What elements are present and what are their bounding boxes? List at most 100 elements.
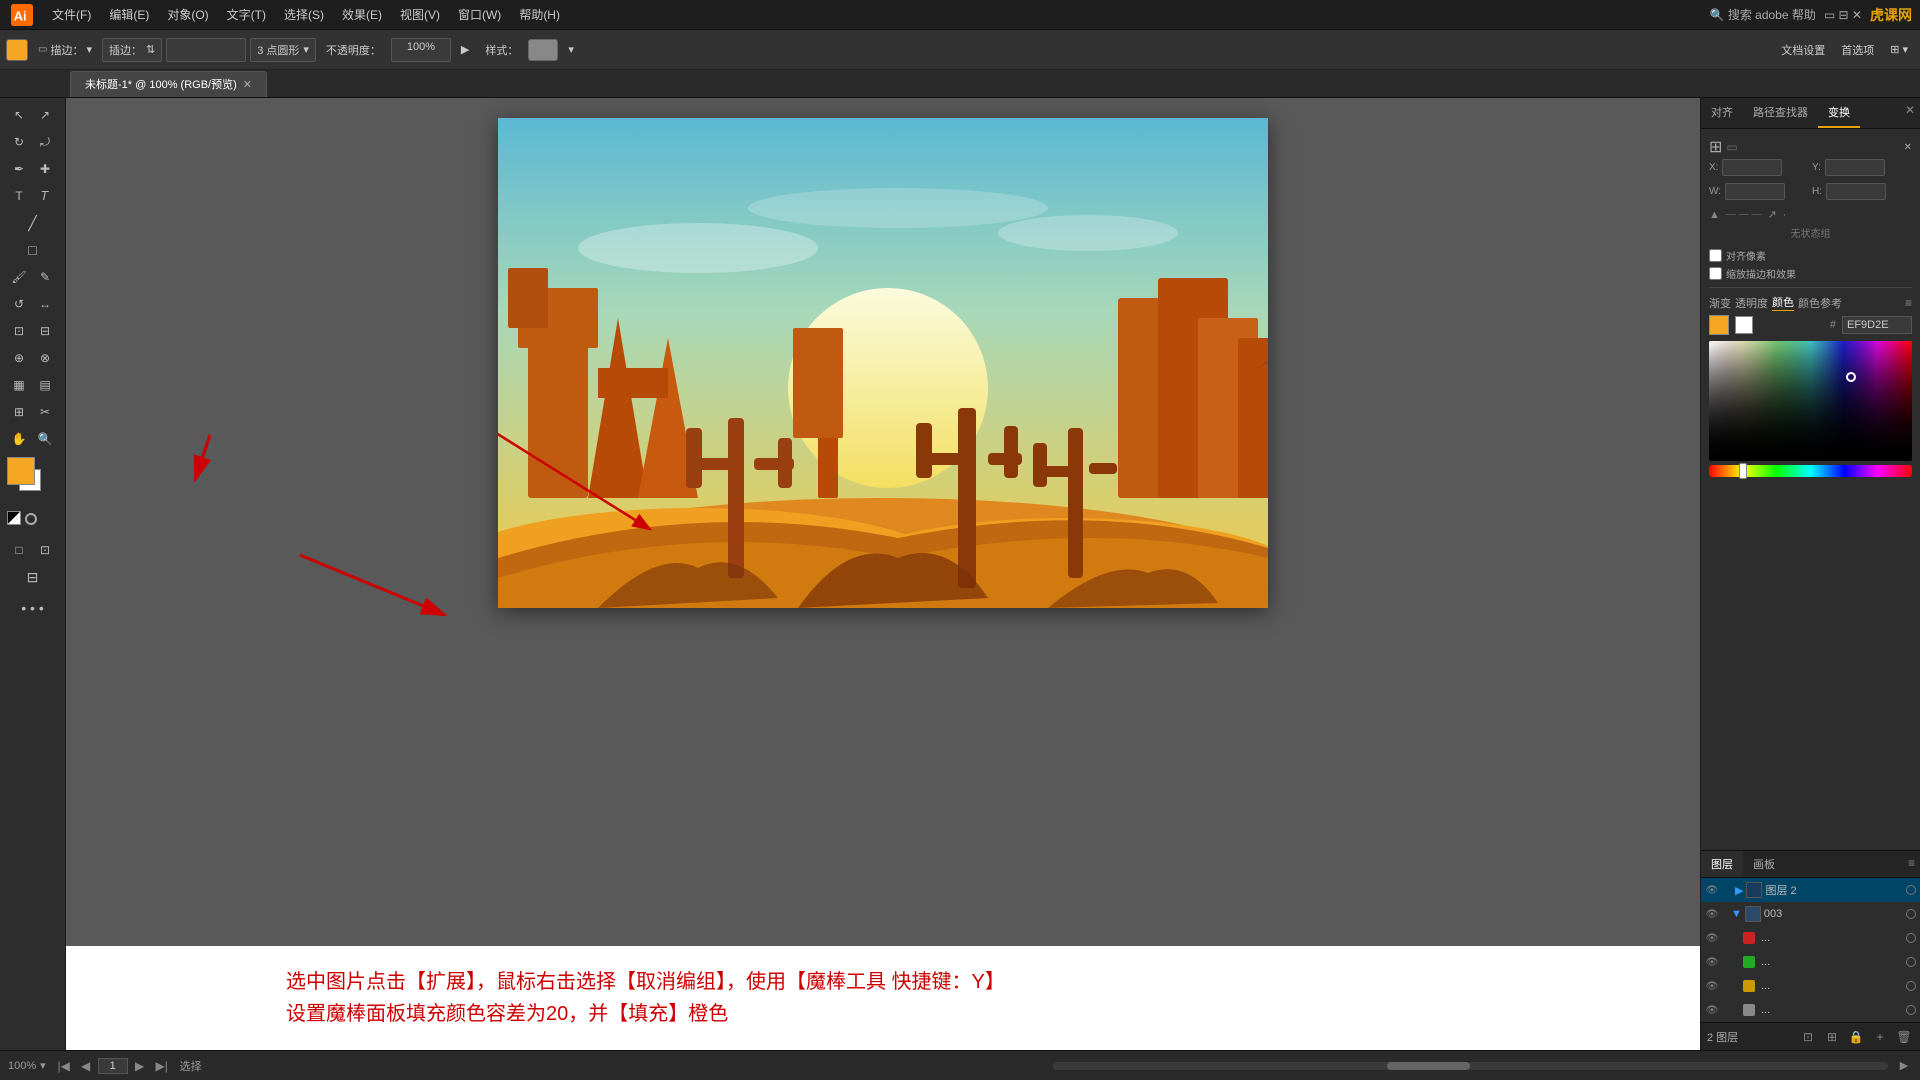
pencil-tool[interactable]: ✎ — [33, 264, 58, 290]
layer-row-green[interactable]: 👁 ... — [1701, 950, 1920, 974]
h-input[interactable] — [1826, 183, 1886, 200]
rect-tool[interactable]: □ — [7, 237, 59, 263]
menu-help[interactable]: 帮助(H) — [511, 4, 568, 25]
color-guide-tab[interactable]: 颜色参考 — [1798, 295, 1842, 311]
menu-effect[interactable]: 效果(E) — [334, 4, 390, 25]
y-input[interactable] — [1825, 159, 1885, 176]
menu-object[interactable]: 对象(O) — [159, 4, 216, 25]
selection-tool[interactable]: ↖ — [7, 102, 32, 128]
full-screen-mode[interactable]: ⊟ — [7, 564, 59, 590]
layer-expand-icon[interactable]: ▶ — [1735, 884, 1743, 897]
style-dropdown-icon[interactable]: ▾ — [562, 36, 580, 64]
layer-eye-layer2[interactable]: 👁 — [1705, 883, 1719, 897]
tab-pathfinder[interactable]: 路径查找器 — [1743, 98, 1818, 128]
rotate2-tool[interactable]: ↺ — [7, 291, 32, 317]
layer-row-003[interactable]: 👁 ▼ 003 — [1701, 902, 1920, 926]
color-tab[interactable]: 颜色 — [1772, 294, 1794, 311]
hue-slider[interactable] — [1709, 465, 1912, 477]
lock-layer-btn[interactable]: 🔒 — [1846, 1027, 1866, 1047]
first-page-btn[interactable]: |◀ — [54, 1056, 74, 1076]
layer-eye-red[interactable]: 👁 — [1705, 931, 1719, 945]
layers-tab[interactable]: 图层 — [1701, 851, 1743, 877]
menu-window[interactable]: 窗口(W) — [450, 4, 509, 25]
layers-panel-menu[interactable]: ≡ — [1903, 851, 1920, 877]
menu-type[interactable]: 文字(T) — [219, 4, 274, 25]
style-swatch[interactable] — [528, 39, 558, 61]
line-tool[interactable]: ╱ — [7, 210, 59, 236]
graph-tool2[interactable]: ▤ — [33, 372, 58, 398]
layer-row-layer2[interactable]: 👁 ▶ 图层 2 — [1701, 878, 1920, 902]
paintbrush-tool[interactable]: 🖌 — [7, 264, 32, 290]
hand-tool[interactable]: ✋ — [7, 426, 32, 452]
document-tab[interactable]: 未标题-1* @ 100% (RGB/预览) ✕ — [70, 71, 267, 97]
zoom-control[interactable]: 100% ▾ — [8, 1059, 46, 1072]
make-clipping-btn[interactable]: ⊞ — [1822, 1027, 1842, 1047]
make-layer-btn[interactable]: ⊡ — [1798, 1027, 1818, 1047]
scale-strokes-checkbox[interactable] — [1709, 267, 1722, 280]
menu-view[interactable]: 视图(V) — [392, 4, 448, 25]
menu-file[interactable]: 文件(F) — [44, 4, 99, 25]
tab-align[interactable]: 对齐 — [1701, 98, 1743, 128]
warp-tool[interactable]: ⤾ — [33, 129, 58, 155]
none-color-icon[interactable] — [25, 513, 37, 525]
zoom-dropdown-icon[interactable]: ▾ — [40, 1059, 46, 1072]
points-dropdown[interactable]: 3 点圆形 ▾ — [250, 38, 316, 62]
rotate-tool[interactable]: ↻ — [7, 129, 32, 155]
page-input[interactable] — [98, 1058, 128, 1074]
color-picker[interactable] — [1709, 341, 1912, 461]
h-scrollbar[interactable] — [1053, 1062, 1888, 1070]
normal-mode[interactable]: □ — [7, 537, 32, 563]
menu-edit[interactable]: 编辑(E) — [101, 4, 157, 25]
layer-row-yellow[interactable]: 👁 ... — [1701, 974, 1920, 998]
slice-tool[interactable]: ✂ — [33, 399, 58, 425]
swap-colors-icon[interactable] — [7, 511, 21, 525]
swatches-tab[interactable]: 渐变 — [1709, 295, 1731, 311]
fg-color-swatch[interactable] — [7, 457, 35, 485]
reflect-tool[interactable]: ↔ — [33, 291, 58, 317]
transform-expand[interactable]: ✕ — [1904, 142, 1912, 153]
layer-row-red[interactable]: 👁 ... — [1701, 926, 1920, 950]
layer-eye-003[interactable]: 👁 — [1705, 907, 1719, 921]
free-transform-tool[interactable]: ⊡ — [7, 318, 32, 344]
last-page-btn[interactable]: ▶| — [152, 1056, 172, 1076]
preferences-dropdown[interactable]: ⊞ ▾ — [1884, 36, 1914, 64]
transparency-tab[interactable]: 透明度 — [1735, 295, 1768, 311]
behind-mode[interactable]: ⊡ — [33, 537, 58, 563]
x-input[interactable] — [1722, 159, 1782, 176]
operation-dropdown[interactable]: 插边： ⇅ — [102, 38, 162, 62]
type-tool[interactable]: T — [7, 183, 32, 209]
w-input[interactable] — [1725, 183, 1785, 200]
layer-eye-yellow[interactable]: 👁 — [1705, 979, 1719, 993]
pen-tool[interactable]: ✒ — [7, 156, 32, 182]
align-to-pixel-checkbox[interactable] — [1709, 249, 1722, 262]
layer-eye-green[interactable]: 👁 — [1705, 955, 1719, 969]
stroke-toggle[interactable]: ▭ 描边： ▾ — [32, 36, 98, 64]
layer-eye-gray[interactable]: 👁 — [1705, 1003, 1719, 1017]
new-layer-btn[interactable]: + — [1870, 1027, 1890, 1047]
artboard-tool[interactable]: ⊞ — [7, 399, 32, 425]
direct-selection-tool[interactable]: ↗ — [33, 102, 58, 128]
layer-expand-003[interactable]: ▼ — [1731, 908, 1742, 920]
stroke-arrow[interactable]: ▾ — [86, 43, 92, 56]
add-anchor-tool[interactable]: ✚ — [33, 156, 58, 182]
opacity-input[interactable]: 100% — [391, 38, 451, 62]
layer-row-gray[interactable]: 👁 ... — [1701, 998, 1920, 1022]
right-panel-close[interactable]: ✕ — [1900, 98, 1920, 128]
artboard[interactable]: 魔棒 — ✕ ≡ 填充颜色 — [498, 118, 1268, 608]
prev-page-btn[interactable]: ◀ — [76, 1056, 96, 1076]
column-graph[interactable]: ▦ — [7, 372, 32, 398]
more-tools-btn[interactable]: • • • — [7, 595, 59, 621]
opacity-arrow[interactable]: ▶ — [455, 36, 475, 64]
color-panel-menu[interactable]: ≡ — [1905, 296, 1912, 310]
menu-select[interactable]: 选择(S) — [276, 4, 332, 25]
next-page-btn[interactable]: ▶ — [130, 1056, 150, 1076]
delete-layer-btn[interactable]: 🗑 — [1894, 1027, 1914, 1047]
fill-color-swatch[interactable] — [6, 39, 28, 61]
bg-color-indicator[interactable] — [1735, 316, 1753, 334]
symbol-tool2[interactable]: ⊗ — [33, 345, 58, 371]
tab-transform[interactable]: 变换 — [1818, 98, 1860, 128]
scroll-right-btn[interactable]: ▶ — [1896, 1058, 1912, 1074]
artboard-tab[interactable]: 画板 — [1743, 851, 1785, 877]
symbol-sprayer[interactable]: ⊕ — [7, 345, 32, 371]
zoom-tool[interactable]: 🔍 — [33, 426, 58, 452]
